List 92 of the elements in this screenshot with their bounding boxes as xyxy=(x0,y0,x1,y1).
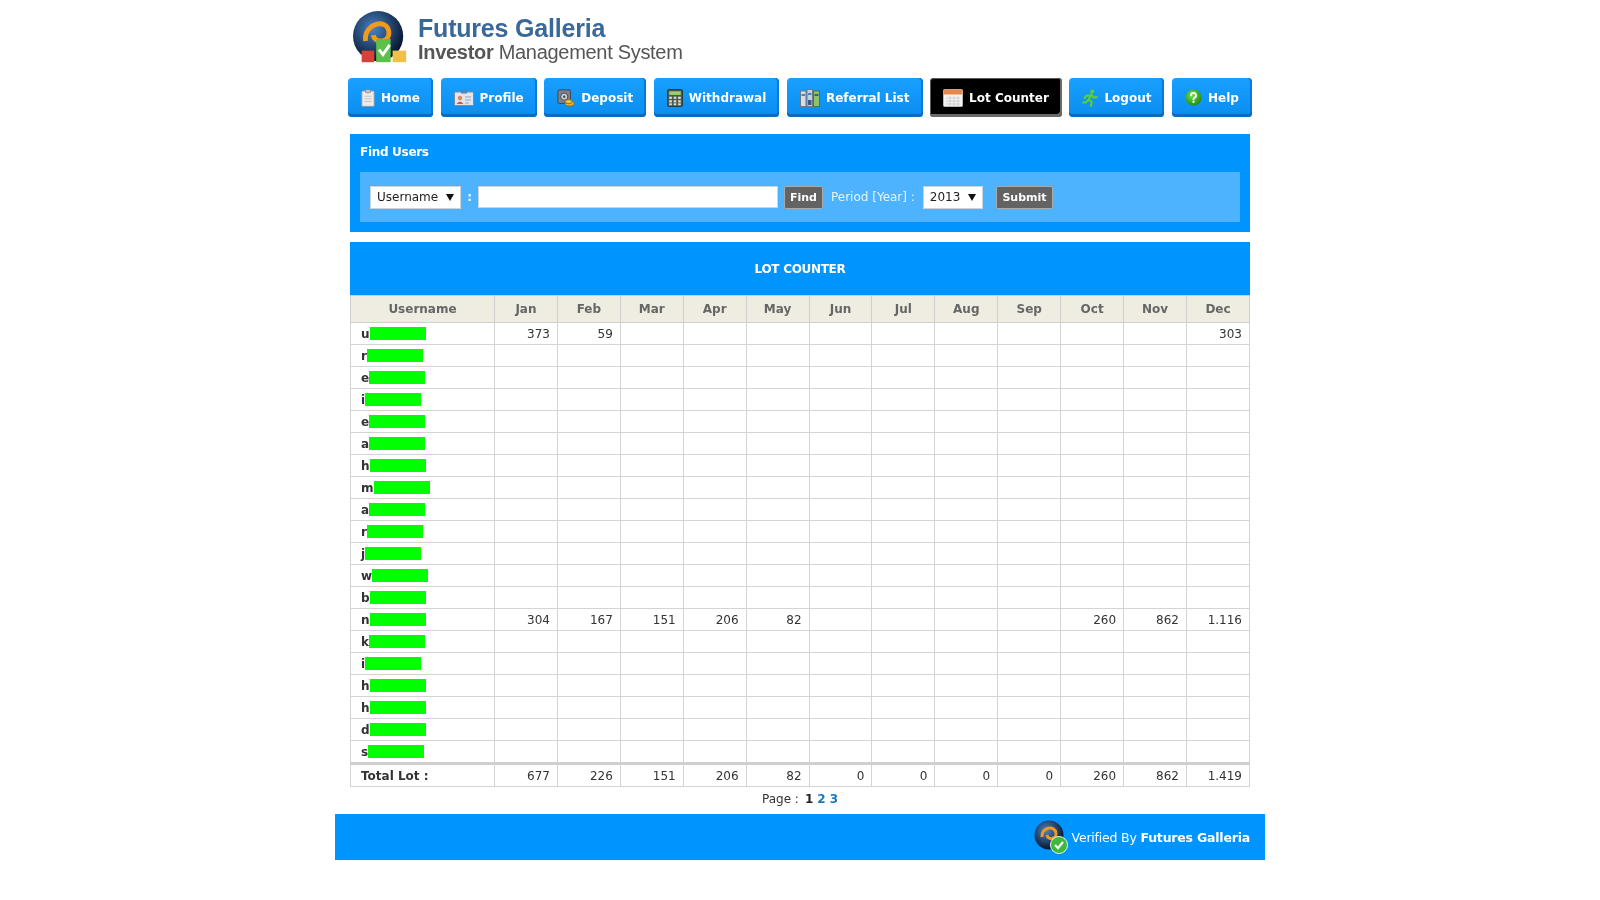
page-link[interactable]: 2 xyxy=(817,792,826,806)
table-cell: 151 xyxy=(620,608,684,631)
calculator-icon xyxy=(666,88,683,107)
table-cell: 151 xyxy=(620,763,684,787)
table-cell: 304 xyxy=(494,608,558,631)
username-text: u xyxy=(361,326,370,341)
safe-icon xyxy=(557,88,576,107)
column-header: Jan xyxy=(494,295,558,323)
logo-check-icon xyxy=(1033,820,1068,854)
username-text: d xyxy=(361,722,370,737)
separator-label: : xyxy=(467,190,472,204)
username-text: a xyxy=(361,502,370,517)
username-text: e xyxy=(361,370,370,385)
clipboard-icon xyxy=(361,88,375,107)
period-label: Period [Year] : xyxy=(831,190,915,204)
username-text: b xyxy=(361,590,370,605)
username-text: a xyxy=(361,436,370,451)
column-header: Jul xyxy=(871,295,935,323)
nav-button[interactable]: Home xyxy=(348,78,433,117)
table-cell: 206 xyxy=(683,608,747,631)
column-header: May xyxy=(746,295,810,323)
table-cell: 1.116 xyxy=(1186,608,1250,631)
verified-text: Verified By Futures Galleria xyxy=(1071,829,1250,845)
caret-icon xyxy=(968,193,977,201)
binders-icon xyxy=(799,88,820,107)
table-cell: 82 xyxy=(746,763,810,787)
table-cell: 0 xyxy=(871,763,935,787)
table-cell: 862 xyxy=(1123,763,1187,787)
username-text: r xyxy=(361,524,367,539)
username-text: r xyxy=(361,348,367,363)
table-cell: 167 xyxy=(557,608,621,631)
table-cell: 206 xyxy=(683,763,747,787)
nav-button[interactable]: Lot Counter xyxy=(930,78,1062,117)
running-man-icon xyxy=(1082,88,1099,107)
username-text: h xyxy=(361,458,370,473)
search-field[interactable] xyxy=(478,186,778,208)
table-cell: 82 xyxy=(746,608,810,631)
nav-button[interactable]: Referral List xyxy=(786,78,923,117)
column-header: Jun xyxy=(809,295,872,323)
column-header: Dec xyxy=(1186,295,1250,323)
username-text: j xyxy=(361,546,366,561)
page-link[interactable]: 1 xyxy=(804,792,814,806)
column-header: Mar xyxy=(620,295,684,323)
nav-button[interactable]: Withdrawal xyxy=(653,78,780,117)
help-icon xyxy=(1185,89,1203,106)
username-text: s xyxy=(361,744,369,759)
table-cell: 303 xyxy=(1186,322,1250,345)
find-button[interactable]: Find xyxy=(784,185,823,209)
calendar-icon xyxy=(943,88,964,107)
column-header: Username xyxy=(350,295,495,323)
username-text: w xyxy=(361,568,373,583)
username-text: e xyxy=(361,414,370,429)
field-dropdown[interactable]: Username xyxy=(370,185,462,209)
column-header: Sep xyxy=(997,295,1061,323)
username-text: m xyxy=(361,480,374,495)
nav-button[interactable]: Deposit xyxy=(544,78,647,117)
site-title: Futures Galleria xyxy=(418,15,607,41)
panel-title: Find Users xyxy=(360,145,429,159)
table-cell: 0 xyxy=(809,763,872,787)
column-header: Feb xyxy=(557,295,621,323)
submit-button[interactable]: Submit xyxy=(996,185,1053,209)
table-cell: 677 xyxy=(494,763,558,787)
table-cell: 0 xyxy=(934,763,998,787)
column-header: Apr xyxy=(683,295,747,323)
table-cell: 260 xyxy=(1060,608,1124,631)
column-header: Aug xyxy=(934,295,998,323)
total-label: Total Lot : xyxy=(350,763,495,787)
page-label: Page : xyxy=(762,792,799,806)
table-cell: 226 xyxy=(557,763,621,787)
username-text: i xyxy=(361,656,366,671)
column-header: Oct xyxy=(1060,295,1124,323)
page-link[interactable]: 3 xyxy=(829,792,838,806)
username-text: h xyxy=(361,678,370,693)
id-card-icon xyxy=(453,89,474,106)
year-dropdown[interactable]: 2013 xyxy=(922,185,984,209)
username-text: n xyxy=(361,612,370,627)
column-header: Nov xyxy=(1123,295,1187,323)
username-text: i xyxy=(361,392,366,407)
username-text: k xyxy=(361,634,369,649)
username-text: h xyxy=(361,700,370,715)
caret-icon xyxy=(446,193,455,201)
table-title: LOT COUNTER xyxy=(754,261,846,276)
nav-button[interactable]: Logout xyxy=(1069,78,1165,117)
site-subtitle: Investor Management System xyxy=(418,41,683,63)
nav-button[interactable]: Profile xyxy=(440,78,537,117)
table-cell: 59 xyxy=(557,322,621,345)
table-cell: 862 xyxy=(1123,608,1187,631)
nav-button[interactable]: Help xyxy=(1172,78,1252,117)
table-cell: 373 xyxy=(494,322,558,345)
table-cell: 260 xyxy=(1060,763,1124,787)
table-cell: 1.419 xyxy=(1186,763,1250,787)
table-cell: 0 xyxy=(997,763,1061,787)
